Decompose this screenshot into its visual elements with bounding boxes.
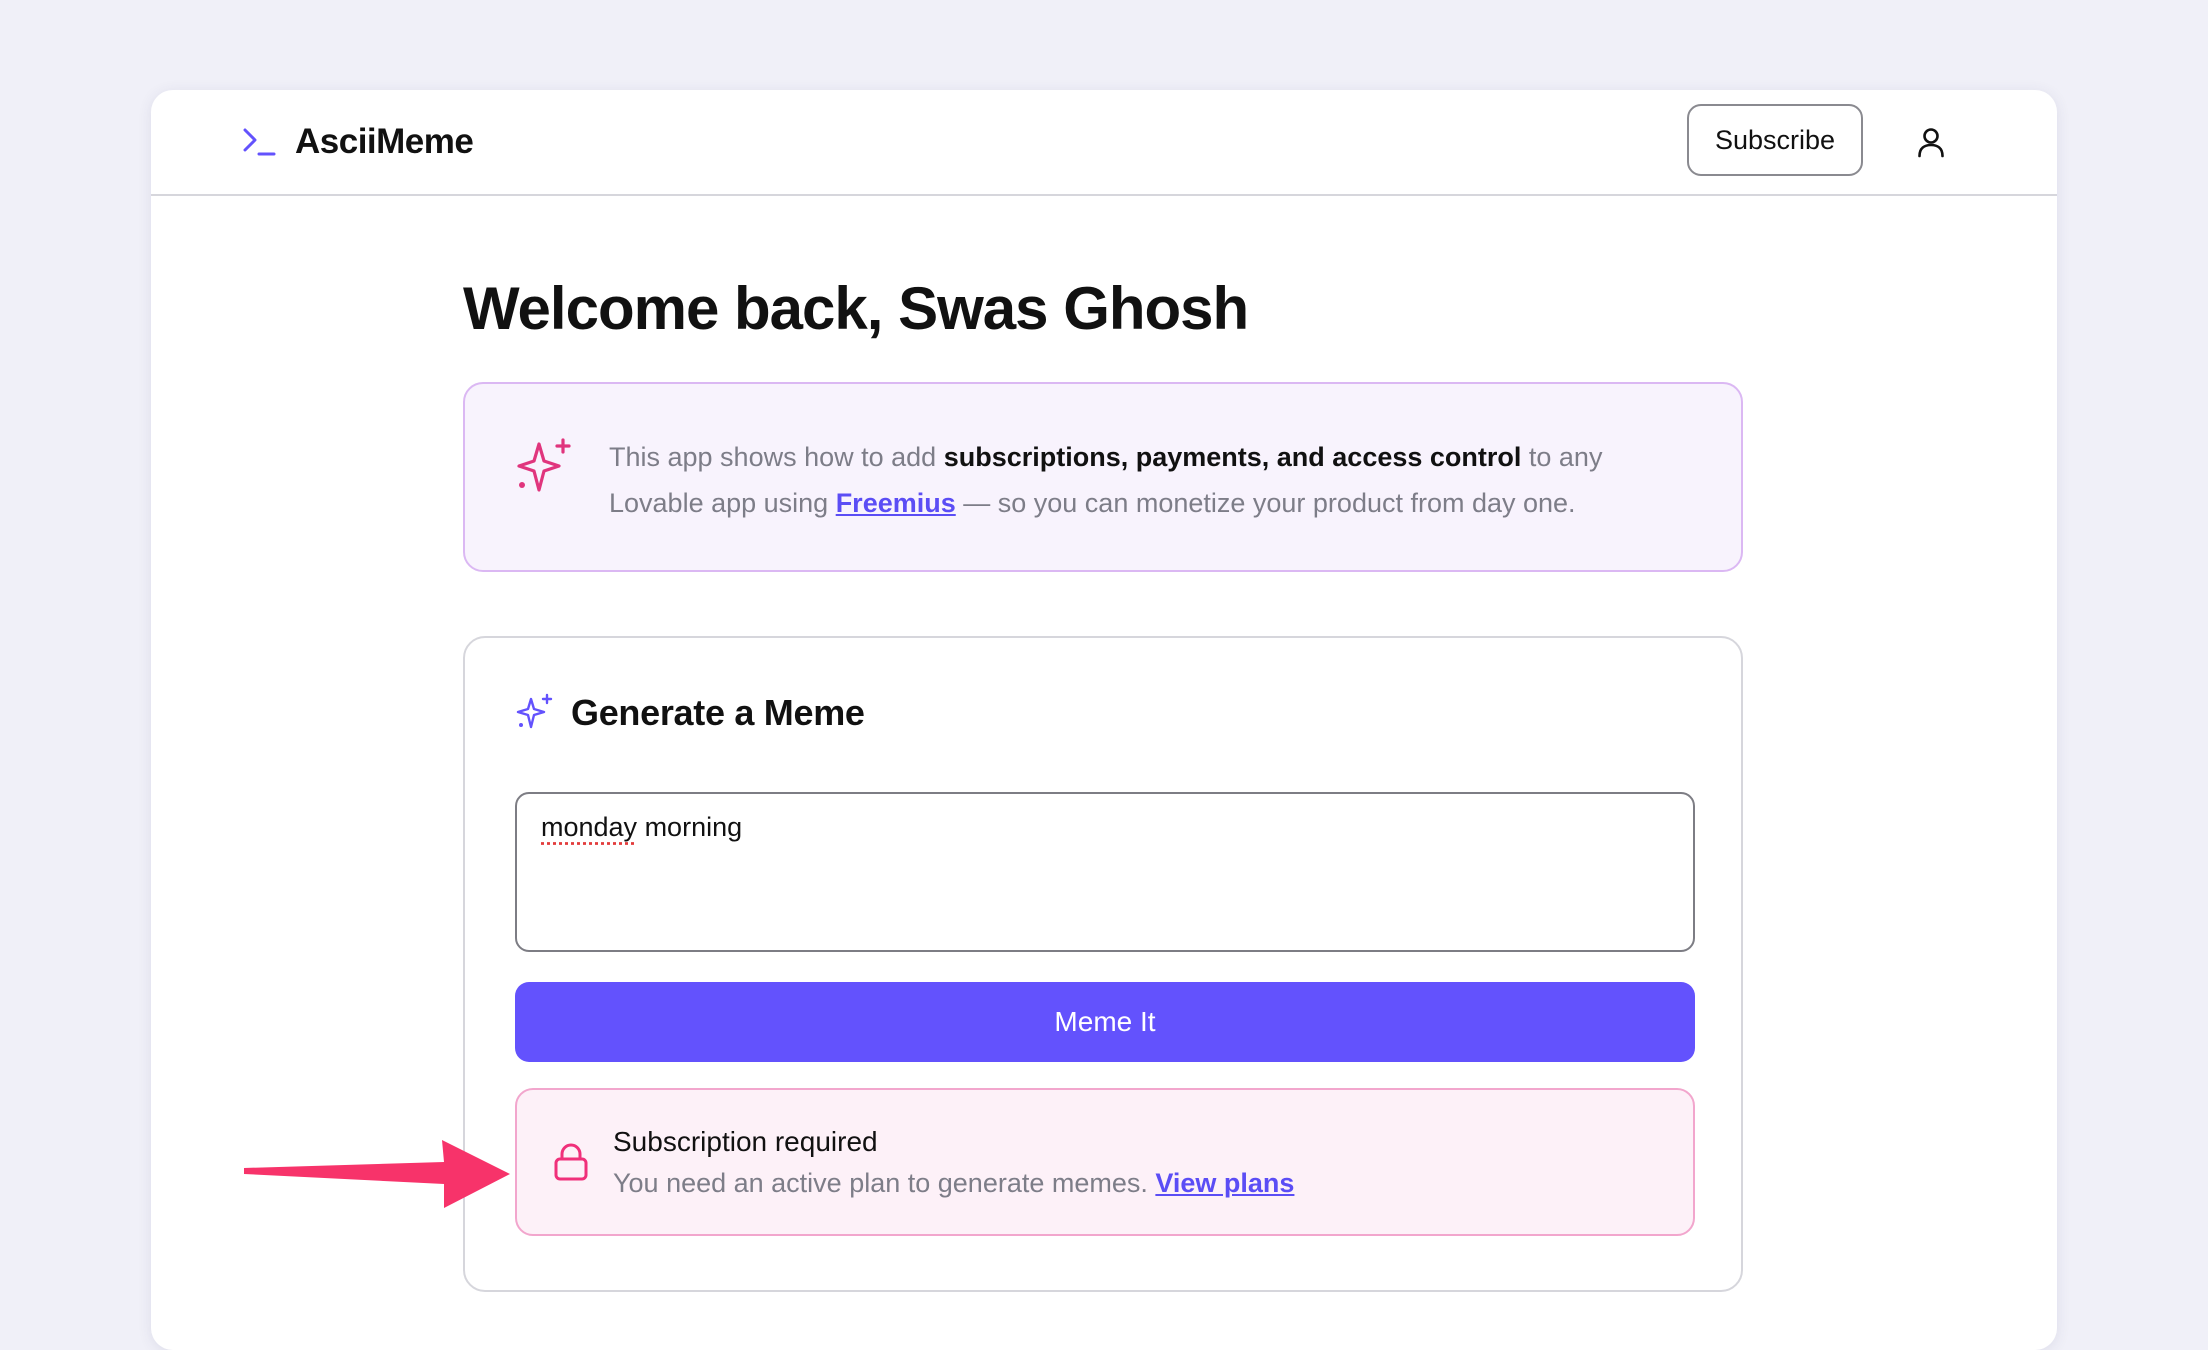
- view-plans-link[interactable]: View plans: [1155, 1168, 1294, 1198]
- arrow-right-icon: [238, 1136, 518, 1210]
- meme-it-button[interactable]: Meme It: [515, 982, 1695, 1062]
- card-title: Generate a Meme: [571, 692, 865, 734]
- info-text: This app shows how to add subscriptions,…: [609, 434, 1689, 526]
- subscribe-button[interactable]: Subscribe: [1687, 104, 1863, 176]
- card-header: Generate a Meme: [515, 692, 865, 734]
- user-icon: [1916, 126, 1946, 158]
- subscription-required-alert: Subscription required You need an active…: [515, 1088, 1695, 1236]
- info-banner: This app shows how to add subscriptions,…: [463, 382, 1743, 572]
- user-menu-button[interactable]: [1909, 120, 1953, 164]
- lock-icon: [551, 1142, 591, 1182]
- info-text-highlight: subscriptions, payments, and access cont…: [944, 442, 1522, 472]
- alert-message: You need an active plan to generate meme…: [613, 1168, 1155, 1198]
- app-name: AsciiMeme: [295, 122, 473, 162]
- navbar: AsciiMeme Subscribe: [151, 90, 2057, 196]
- sparkle-icon: [515, 693, 555, 733]
- info-text-outro: — so you can monetize your product from …: [956, 488, 1576, 518]
- terminal-prompt-icon: [241, 124, 277, 160]
- freemius-link[interactable]: Freemius: [836, 488, 956, 518]
- sparkle-icon: [513, 436, 577, 500]
- page-title: Welcome back, Swas Ghosh: [463, 274, 1248, 343]
- alert-title: Subscription required: [613, 1126, 878, 1158]
- meme-prompt-input[interactable]: [515, 792, 1695, 952]
- info-text-intro: This app shows how to add: [609, 442, 944, 472]
- brand-logo[interactable]: AsciiMeme: [241, 118, 473, 166]
- meme-generator-card: Generate a Meme monday morning Meme It S…: [463, 636, 1743, 1292]
- alert-description: You need an active plan to generate meme…: [613, 1168, 1294, 1199]
